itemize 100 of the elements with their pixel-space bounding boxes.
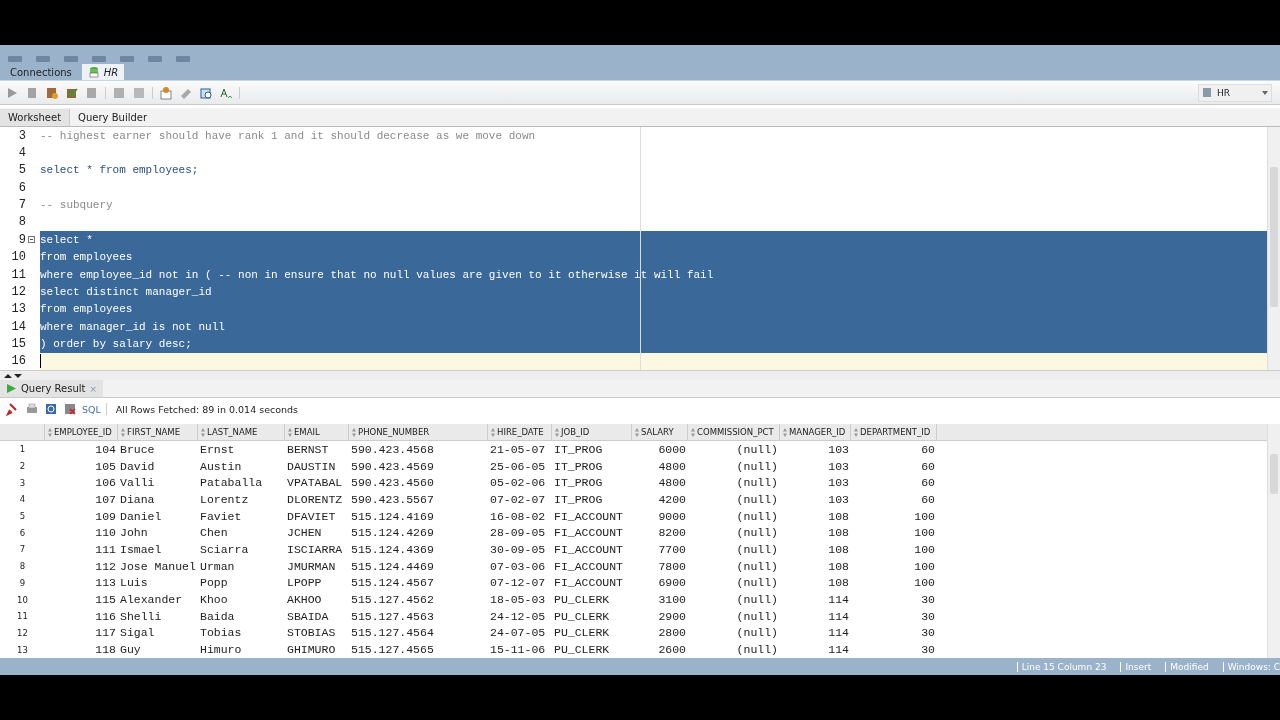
table-cell-text: 114	[827, 592, 850, 608]
sort-icon[interactable]	[555, 427, 559, 437]
table-cell-text: (null)	[735, 575, 779, 592]
column-header[interactable]: DEPARTMENT_ID	[851, 424, 937, 440]
table-cell-text: 103	[827, 475, 850, 492]
sort-icon[interactable]	[691, 427, 695, 437]
table-cell-text: 109	[94, 508, 117, 525]
column-header[interactable]: JOB_ID	[552, 424, 632, 440]
column-header[interactable]: FIRST_NAME	[118, 424, 198, 440]
table-cell-text: LPOPP	[286, 575, 323, 592]
sort-icon[interactable]	[854, 427, 858, 437]
print-icon[interactable]	[25, 402, 39, 416]
sort-icon[interactable]	[491, 427, 495, 437]
table-cell-text: 30	[920, 608, 936, 625]
sort-icon[interactable]	[48, 427, 52, 437]
table-cell-text: 100	[913, 575, 936, 592]
table-cell-text: 515.127.4563	[350, 608, 435, 625]
sort-icon[interactable]	[783, 427, 787, 437]
table-cell-text: Sciarra	[199, 541, 250, 558]
table-cell-text: 2800	[657, 625, 687, 642]
table-cell-text: 100	[913, 558, 936, 575]
table-cell-text: 113	[94, 575, 117, 592]
sort-icon[interactable]	[121, 427, 125, 437]
column-header[interactable]: LAST_NAME	[198, 424, 285, 440]
result-tab[interactable]: Query Result ×	[0, 380, 103, 397]
dropdown-arrow-icon	[1262, 90, 1268, 95]
column-header[interactable]: HIRE_DATE	[488, 424, 552, 440]
table-cell-text: 25-06-05	[489, 458, 547, 475]
column-header[interactable]: PHONE_NUMBER	[349, 424, 488, 440]
table-cell-text: 108	[827, 541, 850, 558]
table-cell-text: 60	[920, 475, 936, 492]
table-cell-text: (null)	[735, 491, 779, 508]
table-cell-text: 07-02-07	[489, 491, 547, 508]
table-cell-text: 515.124.4469	[350, 558, 435, 575]
document-tab[interactable]: Connections	[4, 64, 78, 80]
table-cell-text: Pataballa	[199, 475, 264, 492]
scrollbar[interactable]	[1267, 127, 1280, 370]
row-number: 2	[18, 460, 27, 474]
column-header[interactable]: EMAIL	[285, 424, 349, 440]
table-cell-text: 05-02-06	[489, 475, 547, 492]
fetch-status: All Rows Fetched: 89 in 0.014 seconds	[115, 403, 299, 415]
table-cell-text: 4800	[657, 475, 687, 492]
table-cell-text: PU_CLERK	[553, 608, 611, 625]
column-header[interactable]: COMMISSION_PCT	[688, 424, 780, 440]
table-cell-text: 515.124.4369	[350, 541, 435, 558]
status-text: Insert	[1120, 661, 1152, 672]
stop-icon[interactable]	[25, 85, 39, 100]
table-cell-text: AKHOO	[286, 592, 323, 608]
table-cell-text: IT_PROG	[553, 441, 604, 458]
delete-icon[interactable]	[63, 402, 77, 416]
row-number: 8	[18, 560, 27, 574]
sql-link[interactable]: SQL	[82, 403, 101, 415]
table-cell-text: 515.124.4169	[350, 508, 435, 525]
table-cell-text: 116	[94, 608, 117, 625]
sql-icon[interactable]	[159, 85, 173, 100]
row-number: 5	[18, 510, 27, 524]
fold-icon[interactable]	[28, 236, 35, 244]
refresh-icon[interactable]	[44, 402, 58, 416]
table-cell-text: IT_PROG	[553, 458, 604, 475]
table-cell-text: 515.127.4565	[350, 642, 435, 658]
table-cell-text: 16-08-02	[489, 508, 547, 525]
table-cell-text: 110	[94, 525, 117, 542]
script-icon[interactable]	[45, 85, 59, 100]
sort-icon[interactable]	[288, 427, 292, 437]
column-header[interactable]: SALARY	[632, 424, 688, 440]
code-line: -- highest earner should have rank 1 and it should decrease as we move down	[40, 128, 537, 144]
table-cell-text: 108	[827, 558, 850, 575]
table-cell-text: ISCIARRA	[286, 541, 344, 558]
table-cell-text: 590.423.4568	[350, 441, 435, 458]
sort-icon[interactable]	[352, 427, 356, 437]
table-cell-text: (null)	[735, 475, 779, 492]
column-header[interactable]: MANAGER_ID	[780, 424, 851, 440]
database-icon	[1202, 87, 1213, 98]
scrollbar[interactable]	[1267, 424, 1280, 658]
table-cell-text: (null)	[735, 458, 779, 475]
table-cell-text: 07-03-06	[489, 558, 547, 575]
connection-selector[interactable]: HR	[1198, 83, 1272, 102]
table-cell-text: PU_CLERK	[553, 592, 611, 608]
worksheet-tab[interactable]: Query Builder	[70, 109, 156, 126]
database-icon	[87, 66, 100, 78]
document-tab[interactable]: HR	[81, 64, 125, 80]
sort-icon[interactable]	[635, 427, 639, 437]
table-cell-text: (null)	[735, 541, 779, 558]
text-cursor	[40, 354, 41, 369]
table-cell-text: Khoo	[199, 592, 229, 608]
worksheet-tab[interactable]: Worksheet	[0, 109, 71, 126]
row-number: 3	[18, 476, 27, 490]
table-cell-text: (null)	[735, 558, 779, 575]
run-icon[interactable]	[5, 85, 19, 100]
table-cell-text: 07-12-07	[489, 575, 547, 592]
sort-icon[interactable]	[201, 427, 205, 437]
table-cell-text: JCHEN	[286, 525, 323, 542]
column-header[interactable]: EMPLOYEE_ID	[45, 424, 118, 440]
rollback-icon[interactable]	[85, 85, 99, 100]
table-cell-text: (null)	[735, 642, 779, 658]
table-cell-text: Ismael	[119, 541, 163, 558]
history-icon[interactable]	[199, 85, 213, 100]
splitter-arrows-icon[interactable]	[4, 372, 22, 379]
table-cell-text: STOBIAS	[286, 625, 337, 642]
table-cell-text: FI_ACCOUNT	[553, 558, 624, 575]
